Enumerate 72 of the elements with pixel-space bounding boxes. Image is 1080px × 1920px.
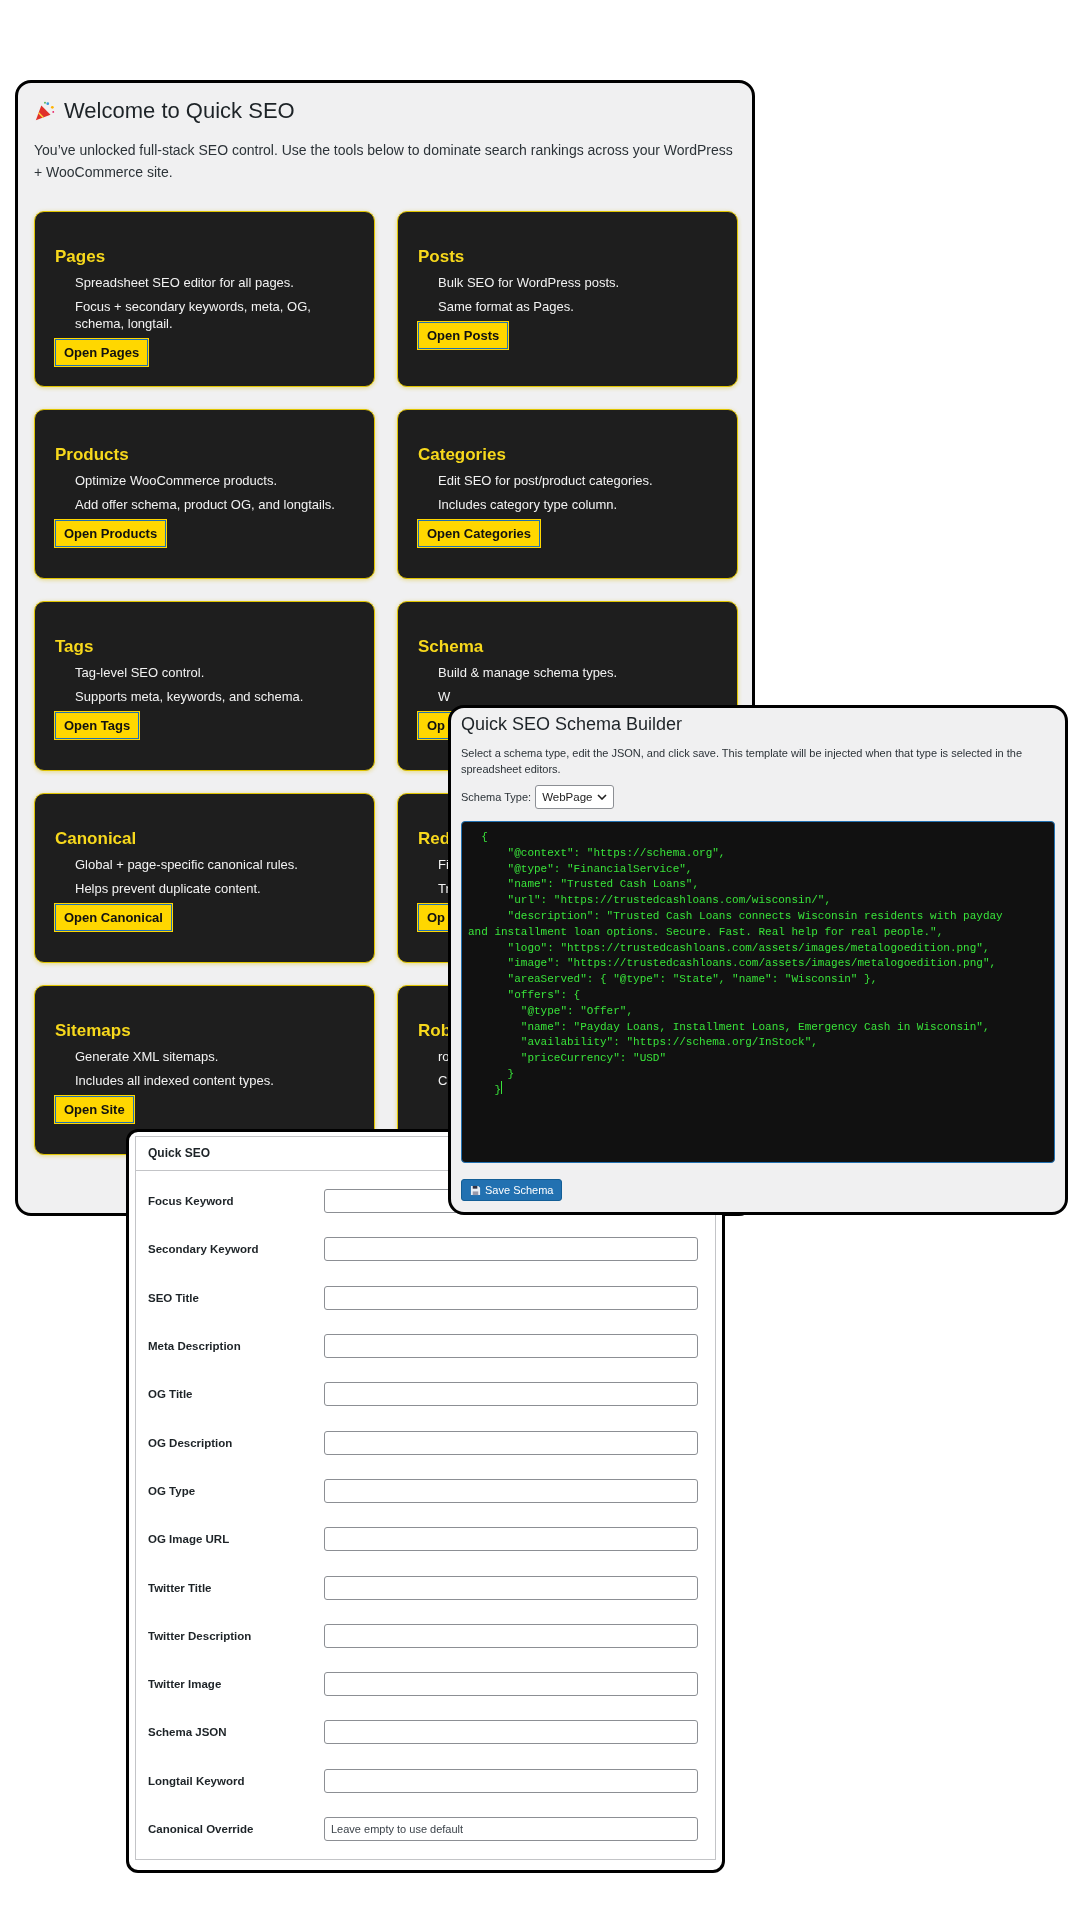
builder-title: Quick SEO Schema Builder [461,714,684,735]
text-field[interactable] [324,1237,698,1262]
card-description: Optimize WooCommerce products. [75,472,278,489]
text-field[interactable] [324,1527,698,1552]
text-field[interactable] [324,1430,698,1455]
text-field[interactable] [324,1768,698,1793]
field-label: Longtail Keyword [148,1774,246,1787]
field-label: OG Type [148,1484,197,1497]
card-description: Supports meta, keywords, and schema. [75,688,304,705]
open-button[interactable]: Open Canonical [55,904,172,931]
text-field[interactable] [324,1478,698,1503]
field-label: Schema JSON [148,1726,228,1739]
card-description: Includes all indexed content types. [75,1072,274,1089]
field-label: OG Image URL [148,1533,231,1546]
card-description: Fi [438,856,449,873]
open-button[interactable]: Open Site [55,1096,134,1123]
field-label: Meta Description [148,1340,242,1353]
builder-description: Select a schema type, edit the JSON, and click save. This template will be injected when that type is selected in the spreadsheet editors. [461,746,1024,777]
card-title: Posts [418,246,465,268]
field-label: Twitter Description [148,1629,253,1642]
json-editor[interactable]: { "@context": "https://schema.org", "@type": "FinancialService", "name": "Trusted Cash Loans", "url": "https://trustedcashloans.com/wisconsin/", "description": "Trusted Cash Loans connects Wisconsin residents with payday and installment loan options. Secure. Fast. Real help for real people.", "logo": "https://trustedcashloans.com/assets/images/metalogoedition.png", "image": "https://trustedcashloans.com/assets/images/metalogoedition.png", "areaServed": { "@type": "State", "name": "Wisconsin" }, "offers": { "@type": "Offer", "name": "Payday Loans, Installment Loans, Emergency Cash in Wisconsin", "availability": "https://schema.org/InStock", "priceCurrency": "USD" } } [461,821,1055,1163]
field-label: Twitter Title [148,1581,213,1594]
text-field[interactable] [324,1382,698,1407]
field-label: Focus Keyword [148,1195,235,1208]
card-description: Global + page-specific canonical rules. [75,856,298,873]
card-title: Tags [55,636,94,658]
card-title: Categories [418,444,506,466]
card-description: C [438,1072,448,1089]
card-title: Sitemaps [55,1020,131,1042]
page-title: Welcome to Quick SEO [64,97,295,125]
card-description: Tag-level SEO control. [75,664,205,681]
card-description: Build & manage schema types. [438,664,618,681]
open-button[interactable]: Open Categories [418,520,541,547]
field-label: Twitter Image [148,1678,223,1691]
card-title: Schema [418,636,484,658]
card-description: W [438,688,451,705]
card-description: Generate XML sitemaps. [75,1048,219,1065]
card-title: Products [55,444,129,466]
chevron-icon [597,794,608,800]
card-description: Bulk SEO for WordPress posts. [438,274,620,291]
card-title: Canonical [55,828,137,850]
text-field[interactable] [324,1575,698,1600]
card-description: Helps prevent duplicate content. [75,880,261,897]
schema-type-label: Schema Type: [461,791,532,803]
text-field[interactable] [324,1334,698,1359]
field-label: OG Title [148,1388,194,1401]
card-description: Edit SEO for post/product categories. [438,472,653,489]
field-label: Secondary Keyword [148,1243,260,1256]
card-description: Same format as Pages. [438,298,574,315]
open-button[interactable]: Open Pages [55,339,149,366]
card-description: Spreadsheet SEO editor for all pages. [75,274,294,291]
card-description: Focus + secondary keywords, meta, OG, schema, longtail. [75,298,312,332]
open-button[interactable]: Open Tags [55,712,140,739]
card-title: Pages [55,246,106,268]
schema-type-select[interactable]: WebPage [535,785,615,809]
field-label: Canonical Override [148,1823,255,1835]
text-field[interactable] [324,1623,698,1648]
card-description: Add offer schema, product OG, and longtails. [75,496,335,513]
text-field[interactable] [324,1672,698,1697]
open-button[interactable]: Open Posts [418,322,509,349]
open-button[interactable]: Open Products [55,520,167,547]
text-field[interactable]: Leave empty to use default [324,1817,698,1841]
intro-text: You’ve unlocked full-stack SEO control. Use the tools below to dominate search rankings across your WordPress + WooCommerce site. [34,141,734,182]
text-field[interactable] [324,1285,698,1310]
field-label: SEO Title [148,1291,200,1304]
card-description: Tr [438,880,450,897]
party-popper-icon [34,100,56,122]
field-label: OG Description [148,1436,234,1449]
text-field[interactable] [324,1720,698,1745]
card-description: Includes category type column. [438,496,618,513]
text-cursor [501,1081,502,1094]
save-schema-button[interactable]: Save Schema [461,1179,563,1201]
